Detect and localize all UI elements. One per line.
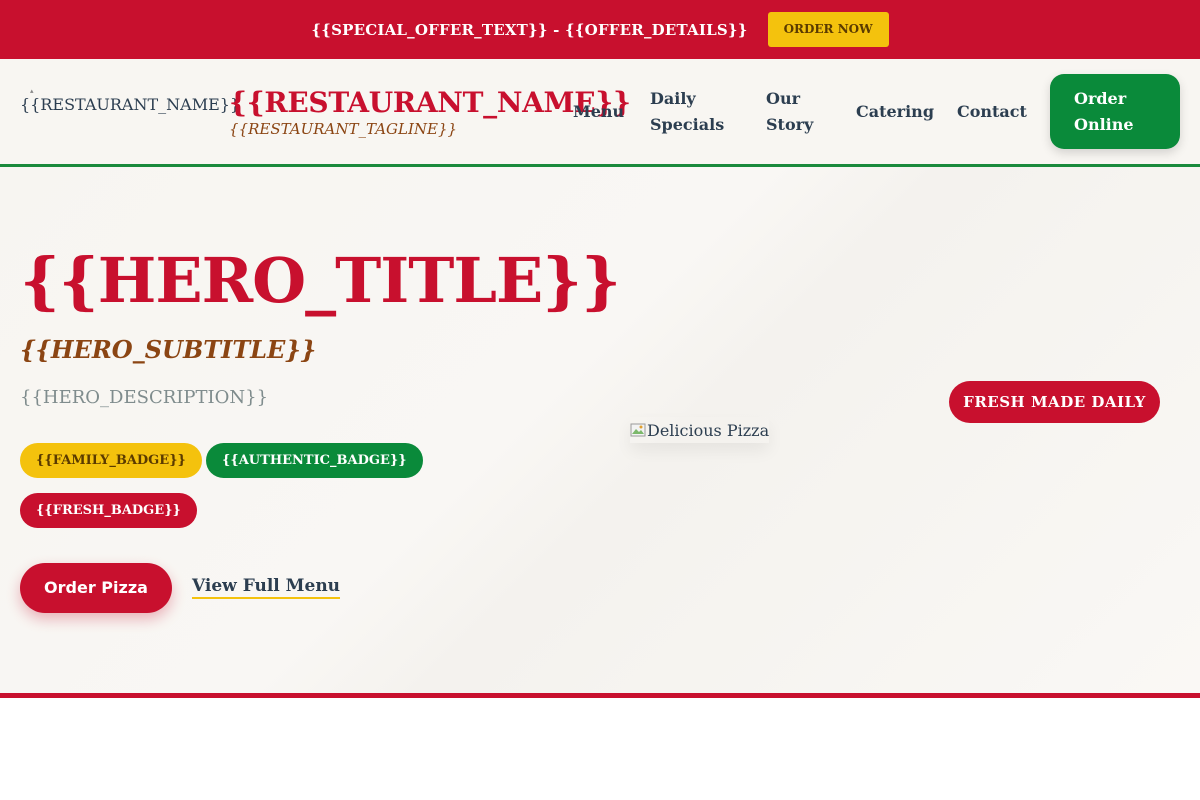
site-header: ▴ {{RESTAURANT_NAME}} {{RESTAURANT_NAME}… [0, 59, 1200, 167]
order-now-button[interactable]: ORDER NOW [767, 12, 889, 47]
nav-daily-specials[interactable]: Daily Specials [650, 86, 740, 138]
hero-divider [0, 693, 1200, 698]
hero-section: {{HERO_TITLE}} {{HERO_SUBTITLE}} {{HERO_… [0, 167, 1200, 693]
hero-image-alt-text: Delicious Pizza [647, 420, 770, 440]
hero-description: {{HERO_DESCRIPTION}} [20, 387, 269, 408]
family-badge: {{FAMILY_BADGE}} [20, 443, 202, 478]
nav-catering[interactable]: Catering [856, 99, 934, 125]
nav-menu[interactable]: Menu [573, 99, 624, 125]
main-nav: Menu Daily Specials Our Story Catering C… [0, 59, 1200, 164]
order-online-button[interactable]: Order Online [1050, 74, 1180, 149]
order-pizza-button[interactable]: Order Pizza [20, 563, 172, 613]
promo-text: {{SPECIAL_OFFER_TEXT}} - {{OFFER_DETAILS… [311, 20, 748, 39]
view-full-menu-link[interactable]: View Full Menu [192, 576, 341, 599]
hero-title: {{HERO_TITLE}} [20, 244, 621, 317]
hero-subtitle: {{HERO_SUBTITLE}} [20, 335, 317, 364]
fresh-made-daily-tag: FRESH MADE DAILY [949, 381, 1160, 423]
authentic-badge: {{AUTHENTIC_BADGE}} [206, 443, 423, 478]
broken-image-icon [630, 422, 646, 438]
fresh-badge: {{FRESH_BADGE}} [20, 493, 197, 528]
nav-contact[interactable]: Contact [957, 99, 1027, 125]
promo-bar: {{SPECIAL_OFFER_TEXT}} - {{OFFER_DETAILS… [0, 0, 1200, 59]
hero-pizza-image: Delicious Pizza [630, 417, 769, 443]
nav-our-story[interactable]: Our Story [766, 86, 826, 138]
